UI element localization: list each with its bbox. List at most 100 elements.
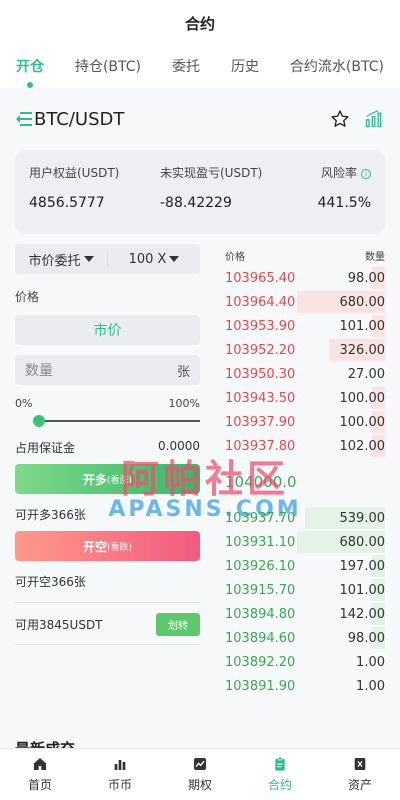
ask-row[interactable]: 103964.40 680.00 <box>225 290 385 314</box>
slider-handle[interactable] <box>33 415 45 427</box>
open-long-button[interactable]: 开多 (看涨) <box>15 464 200 494</box>
leverage-select[interactable]: 100 X <box>107 251 200 267</box>
wallet-icon <box>354 758 366 770</box>
pnl-value: -88.42229 <box>160 195 232 211</box>
ask-price: 103964.40 <box>225 294 296 310</box>
bid-row[interactable]: 103894.60 98.00 <box>225 626 385 650</box>
available-balance: 可用3845USDT <box>15 618 103 632</box>
ask-row[interactable]: 103937.80 102.00 <box>225 434 385 458</box>
price-field[interactable]: 市价 <box>15 315 200 345</box>
quantity-slider[interactable]: 0% 100% <box>15 397 200 427</box>
ask-row[interactable]: 103953.90 101.00 <box>225 314 385 338</box>
long-available: 可开多366张 <box>15 508 86 522</box>
equity-value: 4856.5777 <box>29 195 105 211</box>
short-available: 可开空366张 <box>15 575 86 589</box>
tab-orders[interactable]: 委托 <box>172 56 200 76</box>
slider-track[interactable] <box>39 420 200 422</box>
page-header: 合约 <box>0 0 400 46</box>
mid-price[interactable]: 104000.0 <box>225 458 385 506</box>
page-title: 合约 <box>184 14 215 33</box>
bid-quantity: 98.00 <box>347 630 385 646</box>
price-label: 价格 <box>15 290 40 304</box>
pair-bar: BTC/USDT <box>0 88 400 150</box>
bid-row[interactable]: 103915.70 101.00 <box>225 578 385 602</box>
bid-row[interactable]: 103891.90 1.00 <box>225 674 385 698</box>
ask-quantity: 100.00 <box>339 390 386 406</box>
ask-row[interactable]: 103952.20 326.00 <box>225 338 385 362</box>
bid-price: 103937.70 <box>225 510 296 526</box>
ask-price: 103943.50 <box>225 390 296 406</box>
bid-price: 103894.80 <box>225 606 296 622</box>
nav-contract[interactable]: 合约 <box>240 749 320 800</box>
bar-chart-icon <box>114 760 126 770</box>
clipboard-icon <box>275 757 285 771</box>
pair-title[interactable]: BTC/USDT <box>34 109 124 130</box>
tab-bar: 开仓 持仓(BTC) 委托 历史 合约流水(BTC) <box>0 46 400 88</box>
nav-home[interactable]: 首页 <box>0 749 80 800</box>
bid-quantity: 680.00 <box>339 534 386 550</box>
equity-label: 用户权益(USDT) <box>29 166 120 180</box>
nav-options[interactable]: 期权 <box>160 749 240 800</box>
tab-open-position[interactable]: 开仓 <box>16 56 44 88</box>
bid-row[interactable]: 103926.10 197.00 <box>225 554 385 578</box>
quantity-placeholder: 数量 <box>25 363 53 379</box>
bid-price: 103894.60 <box>225 630 296 646</box>
ask-quantity: 98.00 <box>347 270 385 286</box>
trade-panel: BTC/USDT 用户权益(USDT) 未实现盈亏(USDT) 风险率 i 485… <box>0 88 400 748</box>
open-short-button[interactable]: 开空 (看跌) <box>15 531 200 561</box>
ask-row[interactable]: 103950.30 27.00 <box>225 362 385 386</box>
order-options: 市价委托 100 X <box>15 244 200 274</box>
caret-down-icon <box>83 256 94 262</box>
star-icon[interactable] <box>330 109 350 129</box>
available-balance-row: 可用3845USDT 划转 <box>15 602 200 645</box>
ask-price: 103937.80 <box>225 438 296 454</box>
home-icon <box>34 758 46 770</box>
ask-row[interactable]: 103943.50 100.00 <box>225 386 385 410</box>
ask-price: 103953.90 <box>225 318 296 334</box>
recent-trades-title: 最新成交 <box>15 738 75 748</box>
bid-row[interactable]: 103931.10 680.00 <box>225 530 385 554</box>
tab-history[interactable]: 历史 <box>231 56 259 76</box>
ask-list: 103965.40 98.00 103964.40 680.00 103953.90 10… <box>225 266 385 458</box>
ask-price: 103950.30 <box>225 366 296 382</box>
margin-value: 0.0000 <box>158 439 200 453</box>
chart-icon[interactable] <box>364 109 384 129</box>
price-header: 价格 <box>225 251 245 263</box>
tab-contract-flow[interactable]: 合约流水(BTC) <box>290 56 384 76</box>
margin-label: 占用保证金 <box>15 441 76 455</box>
bid-quantity: 101.00 <box>339 582 386 598</box>
bid-row[interactable]: 103937.70 539.00 <box>225 506 385 530</box>
order-form: 市价委托 100 X 价格 市价 数量 张 0% 100% 占用保证金 0.00… <box>15 244 200 645</box>
order-type-select[interactable]: 市价委托 <box>15 250 107 269</box>
ask-quantity: 680.00 <box>339 294 386 310</box>
qty-header: 数量 <box>365 251 385 263</box>
risk-value: 441.5% <box>317 195 371 211</box>
tab-positions[interactable]: 持仓(BTC) <box>75 56 141 76</box>
bid-quantity: 539.00 <box>339 510 386 526</box>
quantity-unit: 张 <box>176 364 190 380</box>
bottom-nav: 首页 币币 期权 合约 资产 <box>0 748 400 800</box>
ask-price: 103965.40 <box>225 270 296 286</box>
ask-price: 103952.20 <box>225 342 296 358</box>
margin-row: 占用保证金 0.0000 <box>15 439 200 456</box>
bid-list: 103937.70 539.00 103931.10 680.00 103926.10 1… <box>225 506 385 698</box>
info-icon[interactable]: i <box>361 168 371 179</box>
order-book: 价格 数量 103965.40 98.00 103964.40 680.00 10395… <box>225 244 385 698</box>
bid-row[interactable]: 103892.20 1.00 <box>225 650 385 674</box>
ask-quantity: 100.00 <box>339 414 386 430</box>
ask-row[interactable]: 103965.40 98.00 <box>225 266 385 290</box>
slider-max-label: 100% <box>168 397 200 410</box>
ask-row[interactable]: 103937.90 100.00 <box>225 410 385 434</box>
ask-quantity: 27.00 <box>347 366 385 382</box>
bid-row[interactable]: 103894.80 142.00 <box>225 602 385 626</box>
account-summary-card: 用户权益(USDT) 未实现盈亏(USDT) 风险率 i 4856.5777 -8… <box>15 150 385 234</box>
bid-price: 103931.10 <box>225 534 296 550</box>
bid-quantity: 197.00 <box>339 558 386 574</box>
trend-icon <box>194 758 206 770</box>
menu-collapse-icon[interactable] <box>16 112 32 126</box>
quantity-field[interactable]: 数量 张 <box>15 355 200 385</box>
transfer-button[interactable]: 划转 <box>156 613 200 636</box>
ask-quantity: 102.00 <box>339 438 386 454</box>
nav-assets[interactable]: 资产 <box>320 749 400 800</box>
nav-spot[interactable]: 币币 <box>80 749 160 800</box>
